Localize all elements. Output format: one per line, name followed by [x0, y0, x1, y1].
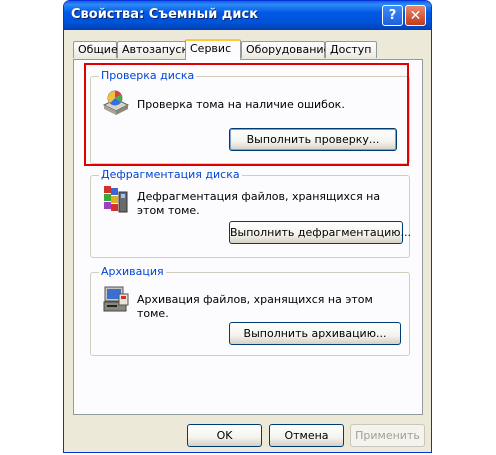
help-button[interactable]: ? [382, 5, 403, 26]
backup-description: Архивация файлов, хранящихся на этом том… [137, 293, 373, 320]
ok-button[interactable]: OK [187, 424, 262, 447]
group-title-defrag: Дефрагментация диска [99, 168, 242, 181]
defrag-description: Дефрагментация файлов, хранящихся на это… [137, 190, 381, 217]
group-backup: Архивация Архивация файлов, хранящихся н… [90, 265, 410, 356]
tab-general[interactable]: Общие [73, 41, 118, 58]
group-title-disk-check: Проверка диска [99, 69, 197, 82]
tab-strip: Общие Автозапуск Сервис Оборудование Дос… [73, 39, 423, 60]
group-disk-check: Проверка диска Проверка тома на наличие … [90, 69, 410, 164]
tab-autorun[interactable]: Автозапуск [117, 41, 188, 58]
window-title: Свойства: Съемный диск [71, 7, 259, 22]
tab-hardware[interactable]: Оборудование [241, 41, 330, 58]
defrag-icon [101, 184, 131, 219]
cancel-button[interactable]: Отмена [269, 424, 344, 447]
service-panel: Проверка диска Проверка тома на наличие … [73, 59, 423, 415]
close-button[interactable]: ✕ [405, 5, 426, 26]
apply-button[interactable]: Применить [350, 424, 425, 447]
group-title-backup: Архивация [99, 265, 166, 278]
disk-check-description: Проверка тома на наличие ошибок. [137, 98, 345, 111]
tab-service[interactable]: Сервис [185, 39, 241, 60]
run-defrag-button[interactable]: Выполнить дефрагментацию... [229, 221, 411, 244]
run-check-button[interactable]: Выполнить проверку... [229, 128, 397, 151]
properties-dialog: Свойства: Съемный диск ? ✕ Общие Автозап… [63, 0, 432, 453]
backup-icon [101, 283, 131, 318]
disk-check-icon [101, 87, 131, 120]
run-backup-button[interactable]: Выполнить архивацию... [229, 322, 401, 345]
group-defrag: Дефрагментация диска Дефрагментация файл… [90, 168, 411, 258]
tab-sharing[interactable]: Доступ [325, 41, 377, 58]
title-bar[interactable]: Свойства: Съемный диск ? ✕ [64, 1, 431, 30]
